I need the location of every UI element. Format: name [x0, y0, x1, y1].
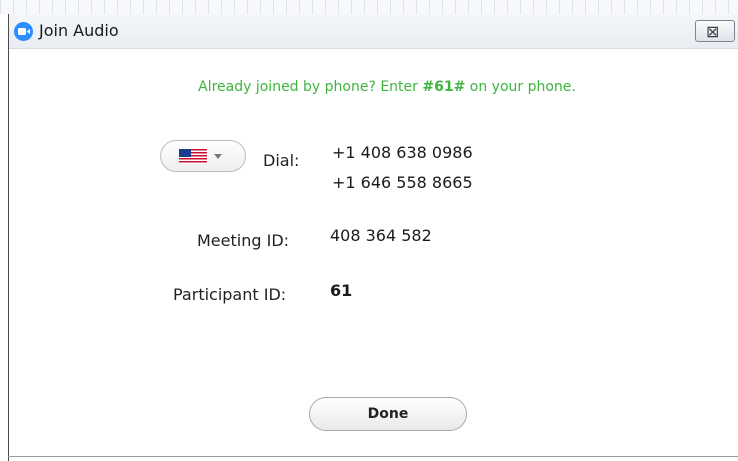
participant-id-value: 61	[330, 281, 353, 300]
dial-number-2: +1 646 558 8665	[332, 173, 473, 192]
country-dropdown[interactable]	[160, 140, 246, 172]
window-title: Join Audio	[39, 21, 119, 40]
phone-join-instruction: Already joined by phone? Enter #61# on y…	[9, 79, 738, 95]
instruction-prefix: Already joined by phone? Enter	[198, 79, 423, 95]
instruction-code: #61#	[422, 79, 466, 95]
instruction-suffix: on your phone.	[465, 79, 576, 95]
dial-number-1: +1 408 638 0986	[332, 143, 473, 162]
meeting-id-value: 408 364 582	[330, 226, 432, 245]
zoom-camera-icon	[14, 22, 33, 41]
close-button[interactable]: ⊠	[695, 20, 735, 42]
chevron-down-icon	[214, 154, 222, 159]
dialog-bottom-border	[8, 456, 738, 457]
meeting-id-label: Meeting ID:	[197, 231, 290, 250]
us-flag-icon	[179, 149, 207, 164]
dial-label: Dial:	[263, 151, 300, 170]
desktop-backdrop	[0, 0, 738, 14]
done-button[interactable]: Done	[309, 397, 467, 431]
participant-id-label: Participant ID:	[173, 285, 287, 304]
join-audio-dialog: Join Audio ⊠ Already joined by phone? En…	[8, 14, 738, 461]
close-icon: ⊠	[706, 21, 720, 41]
title-bar: Join Audio ⊠	[9, 14, 738, 49]
